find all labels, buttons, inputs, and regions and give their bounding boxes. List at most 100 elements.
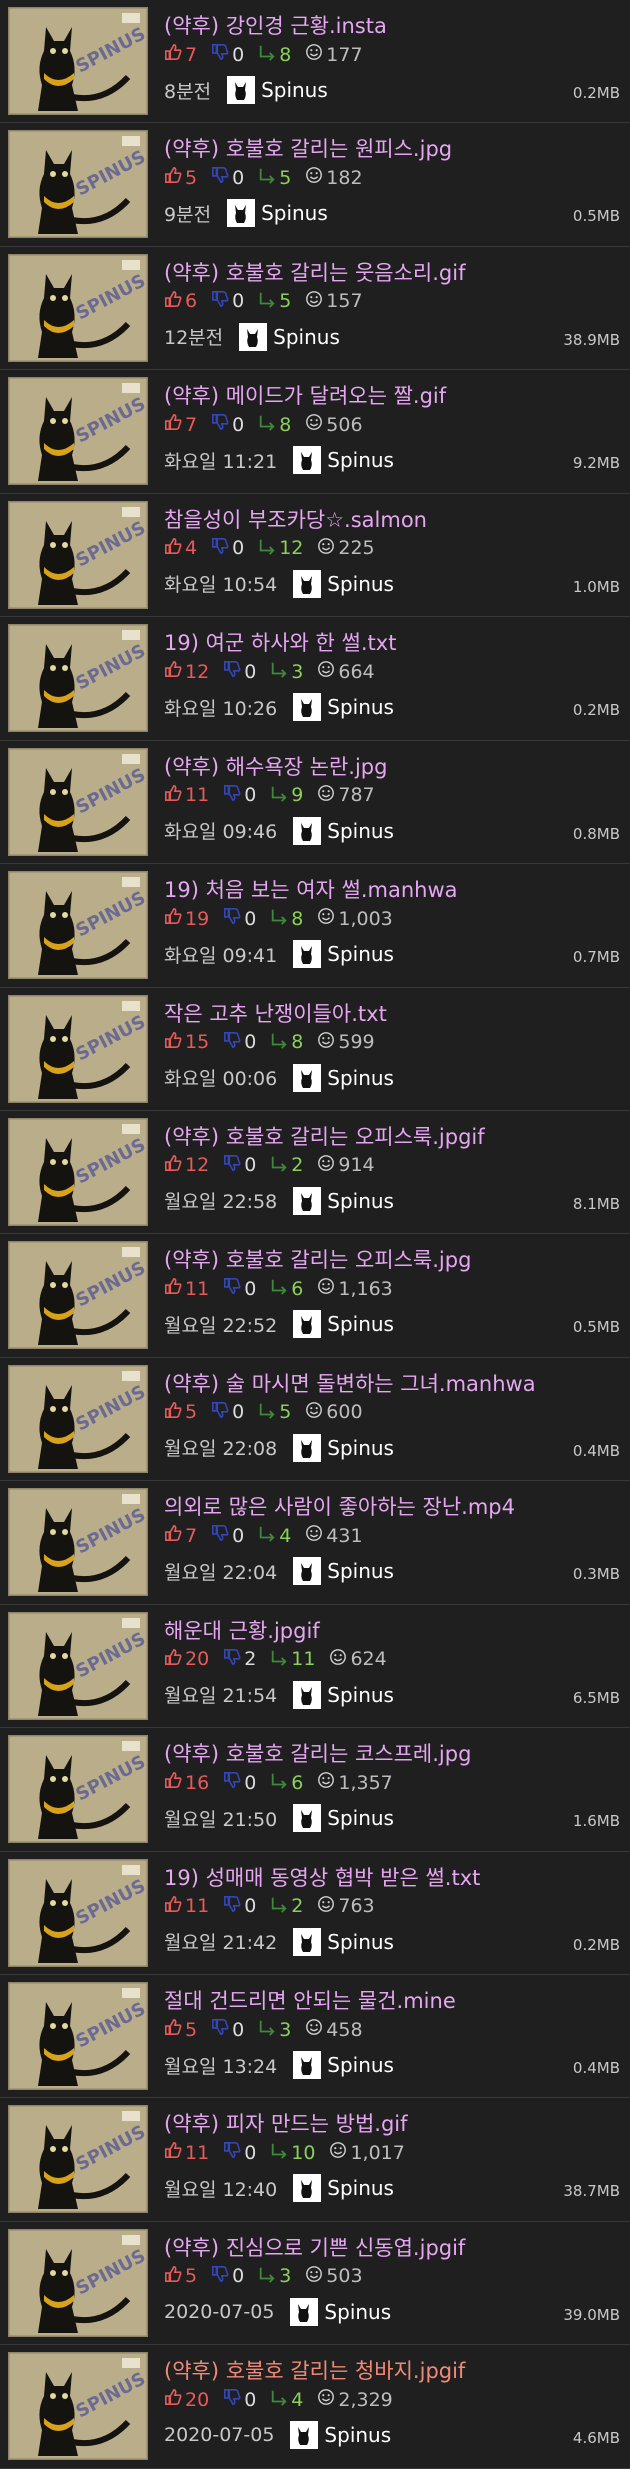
list-item[interactable]: SPINUS 19) 성매매 동영상 협박 받은 썰.txt 11 0 2 76… [0,1851,630,1975]
downvote-count[interactable]: 0 [223,1031,256,1054]
post-title[interactable]: (약후) 진심으로 기쁜 신동엽.jpgif [164,2232,465,2262]
list-item[interactable]: SPINUS 의외로 많은 사람이 좋아하는 장난.mp4 7 0 4 431 … [0,1481,630,1605]
thumbnail[interactable]: SPINUS [8,500,148,609]
downvote-count[interactable]: 0 [223,784,256,807]
thumbnail[interactable]: SPINUS [8,130,148,239]
thumbnail[interactable]: SPINUS [8,1611,148,1720]
author-link[interactable]: Spinus [293,1433,394,1462]
author-link[interactable]: Spinus [293,940,394,969]
thumbnail[interactable]: SPINUS [8,1488,148,1597]
upvote-count[interactable]: 11 [164,1895,209,1918]
downvote-count[interactable]: 0 [211,1401,244,1424]
downvote-count[interactable]: 0 [211,1524,244,1547]
upvote-count[interactable]: 20 [164,1648,209,1671]
author-link[interactable]: Spinus [290,2421,391,2450]
list-item[interactable]: SPINUS 참을성이 부조카당☆.salmon 4 0 12 225 화요일 … [0,493,630,618]
post-title[interactable]: 의외로 많은 사람이 좋아하는 장난.mp4 [164,1491,515,1521]
thumbnail[interactable]: SPINUS [8,1735,148,1844]
post-title[interactable]: 19) 여군 하사와 한 썰.txt [164,627,396,657]
list-item[interactable]: SPINUS (약후) 호불호 갈리는 오피스룩.jpgif 12 0 2 91… [0,1110,630,1235]
post-title[interactable]: 19) 성매매 동영상 협박 받은 썰.txt [164,1862,480,1892]
downvote-count[interactable]: 0 [211,2018,244,2041]
upvote-count[interactable]: 19 [164,907,209,930]
list-item[interactable]: SPINUS (약후) 호불호 갈리는 오피스룩.jpg 11 0 6 1,16… [0,1234,630,1358]
upvote-count[interactable]: 5 [164,1401,197,1424]
post-title[interactable]: (약후) 호불호 갈리는 오피스룩.jpgif [164,1121,485,1151]
list-item[interactable]: SPINUS (약후) 호불호 갈리는 청바지.jpgif 20 0 4 2,3… [0,2345,630,2469]
post-title[interactable]: (약후) 피자 만드는 방법.gif [164,2108,408,2138]
list-item[interactable]: SPINUS (약후) 피자 만드는 방법.gif 11 0 10 1,017 … [0,2098,630,2222]
downvote-count[interactable]: 0 [223,660,256,683]
author-link[interactable]: Spinus [227,76,328,104]
thumbnail[interactable]: SPINUS [8,2228,148,2337]
downvote-count[interactable]: 0 [223,907,256,930]
author-link[interactable]: Spinus [290,2297,391,2326]
author-link[interactable]: Spinus [293,1927,394,1956]
thumbnail[interactable]: SPINUS [8,1117,148,1226]
upvote-count[interactable]: 5 [164,166,197,189]
author-link[interactable]: Spinus [293,1804,394,1833]
post-title[interactable]: 참을성이 부조카당☆.salmon [164,504,427,534]
post-title[interactable]: (약후) 호불호 갈리는 청바지.jpgif [164,2355,465,2385]
upvote-count[interactable]: 11 [164,784,209,807]
post-title[interactable]: (약후) 술 마시면 돌변하는 그녀.manhwa [164,1368,536,1398]
author-link[interactable]: Spinus [293,816,394,845]
downvote-count[interactable]: 0 [211,413,244,436]
downvote-count[interactable]: 0 [211,43,244,66]
thumbnail[interactable]: SPINUS [8,994,148,1103]
thumbnail[interactable]: SPINUS [8,747,148,856]
author-link[interactable]: Spinus [293,1186,394,1215]
downvote-count[interactable]: 0 [223,1895,256,1918]
thumbnail[interactable]: SPINUS [8,7,148,115]
downvote-count[interactable]: 0 [223,1771,256,1794]
list-item[interactable]: SPINUS (약후) 메이드가 달려오는 짤.gif 7 0 8 506 화요… [0,370,630,494]
author-link[interactable]: Spinus [293,569,394,598]
upvote-count[interactable]: 11 [164,1277,209,1300]
author-link[interactable]: Spinus [293,1557,394,1586]
downvote-count[interactable]: 0 [223,1154,256,1177]
author-link[interactable]: Spinus [293,1680,394,1709]
upvote-count[interactable]: 4 [164,537,197,560]
downvote-count[interactable]: 2 [223,1648,256,1671]
thumbnail[interactable]: SPINUS [8,1982,148,2090]
thumbnail[interactable]: SPINUS [8,1364,148,1473]
author-link[interactable]: Spinus [293,1310,394,1339]
thumbnail[interactable]: SPINUS [8,2352,148,2461]
downvote-count[interactable]: 0 [223,1277,256,1300]
list-item[interactable]: SPINUS 작은 고추 난쟁이들아.txt 15 0 8 599 화요일 00… [0,987,630,1111]
downvote-count[interactable]: 0 [223,2141,256,2164]
downvote-count[interactable]: 0 [211,537,244,560]
post-title[interactable]: (약후) 호불호 갈리는 웃음소리.gif [164,257,465,287]
post-title[interactable]: (약후) 메이드가 달려오는 짤.gif [164,380,446,410]
upvote-count[interactable]: 5 [164,2018,197,2041]
upvote-count[interactable]: 20 [164,2388,209,2411]
list-item[interactable]: SPINUS (약후) 호불호 갈리는 웃음소리.gif 6 0 5 157 1… [0,246,630,371]
thumbnail[interactable]: SPINUS [8,624,148,733]
upvote-count[interactable]: 11 [164,2141,209,2164]
upvote-count[interactable]: 12 [164,660,209,683]
upvote-count[interactable]: 12 [164,1154,209,1177]
author-link[interactable]: Spinus [293,446,394,475]
thumbnail[interactable]: SPINUS [8,2105,148,2214]
post-title[interactable]: (약후) 해수욕장 논란.jpg [164,751,387,781]
upvote-count[interactable]: 15 [164,1031,209,1054]
post-title[interactable]: 해운대 근황.jpgif [164,1615,320,1645]
upvote-count[interactable]: 7 [164,413,197,436]
downvote-count[interactable]: 0 [223,2388,256,2411]
author-link[interactable]: Spinus [293,1063,394,1092]
downvote-count[interactable]: 0 [211,166,244,189]
list-item[interactable]: SPINUS 절대 건드리면 안되는 물건.mine 5 0 3 458 월요일… [0,1975,630,2099]
post-title[interactable]: 작은 고추 난쟁이들아.txt [164,998,387,1028]
post-title[interactable]: 19) 처음 보는 여자 썰.manhwa [164,874,458,904]
upvote-count[interactable]: 6 [164,290,197,313]
list-item[interactable]: SPINUS (약후) 술 마시면 돌변하는 그녀.manhwa 5 0 5 6… [0,1357,630,1482]
upvote-count[interactable]: 7 [164,1524,197,1547]
list-item[interactable]: SPINUS (약후) 해수욕장 논란.jpg 11 0 9 787 화요일 0… [0,740,630,865]
thumbnail[interactable]: SPINUS [8,1858,148,1967]
author-link[interactable]: Spinus [293,2051,394,2079]
post-title[interactable]: (약후) 호불호 갈리는 오피스룩.jpg [164,1244,471,1274]
list-item[interactable]: SPINUS (약후) 강인경 근황.insta 7 0 8 177 8분전 S… [0,0,630,124]
thumbnail[interactable]: SPINUS [8,871,148,980]
thumbnail[interactable]: SPINUS [8,377,148,486]
list-item[interactable]: SPINUS 19) 처음 보는 여자 썰.manhwa 19 0 8 1,00… [0,864,630,988]
